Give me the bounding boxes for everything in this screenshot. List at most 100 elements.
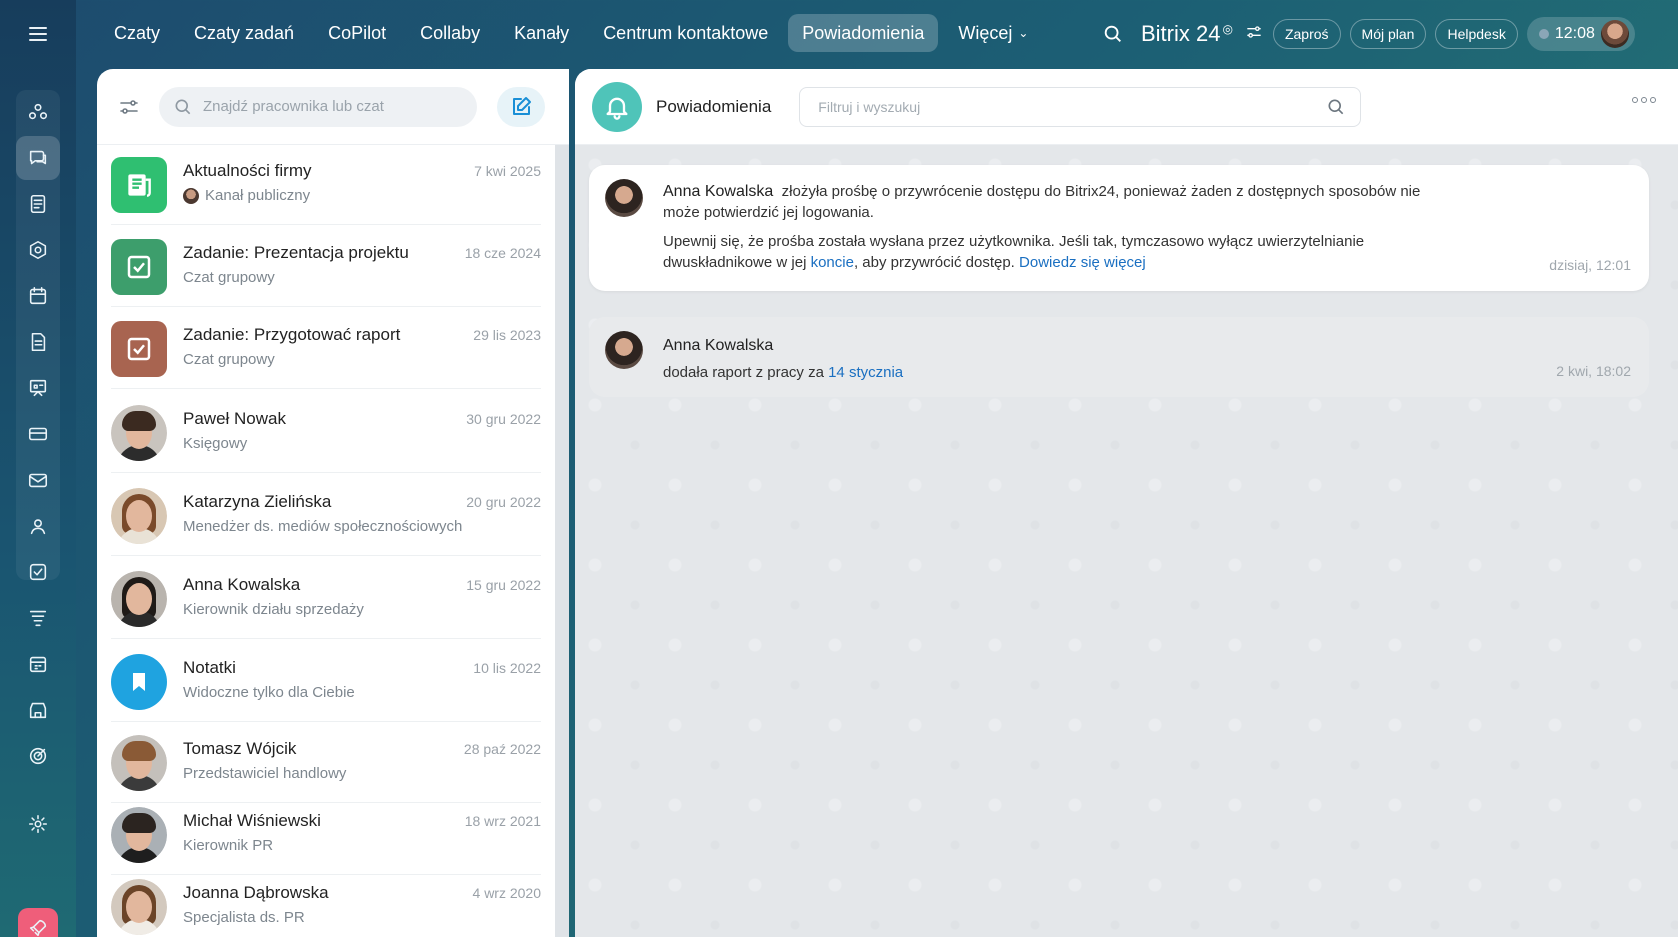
menu-icon[interactable]: [22, 22, 54, 46]
avatar: [111, 488, 167, 544]
chat-date: 20 gru 2022: [466, 494, 541, 510]
nav-powiadomienia[interactable]: Powiadomienia: [788, 14, 939, 52]
nav-czaty[interactable]: Czaty: [100, 14, 174, 52]
brand-logo[interactable]: Bitrix 24 ◎: [1141, 21, 1233, 47]
funnel-icon[interactable]: [16, 596, 60, 640]
brand-status-icon: ◎: [1222, 21, 1233, 36]
store-icon[interactable]: [16, 688, 60, 732]
chat-date: 29 lis 2023: [473, 327, 541, 343]
chat-subtitle: Widoczne tylko dla Ciebie: [183, 684, 355, 701]
target-icon[interactable]: [16, 734, 60, 778]
chat-date: 18 wrz 2021: [464, 813, 541, 829]
chat-list-header: Znajdź pracownika lub czat: [97, 69, 569, 145]
chat-list-item[interactable]: Anna Kowalska Kierownik działu sprzedaży…: [111, 559, 541, 639]
feed-icon[interactable]: [16, 182, 60, 226]
schedule-icon[interactable]: [16, 642, 60, 686]
timeman-widget[interactable]: 12:08: [1526, 17, 1635, 51]
more-options-icon[interactable]: [1632, 97, 1656, 103]
chat-list-item[interactable]: Notatki Widoczne tylko dla Ciebie 10 lis…: [111, 642, 541, 722]
notification-line1: złożyła prośbę o przywrócenie dostępu do…: [663, 183, 1421, 221]
chat-subtitle-text: Kanał publiczny: [205, 187, 311, 204]
compose-icon: [513, 96, 531, 115]
chat-list-item[interactable]: Paweł Nowak Księgowy 30 gru 2022: [111, 393, 541, 473]
chat-subtitle: Kanał publiczny: [183, 187, 310, 204]
nav-wiecej[interactable]: Więcej ⌄: [944, 14, 1042, 52]
tasks-icon[interactable]: [16, 550, 60, 594]
notification-date: dzisiaj, 12:01: [1549, 257, 1631, 273]
top-navigation: Czaty Czaty zadań CoPilot Collaby Kanały…: [100, 14, 1042, 52]
filter-icon[interactable]: [111, 89, 147, 125]
nav-centrum-kontaktowe[interactable]: Centrum kontaktowe: [589, 14, 782, 52]
nav-copilot[interactable]: CoPilot: [314, 14, 400, 52]
notification-author[interactable]: Anna Kowalska: [663, 183, 773, 200]
rocket-icon[interactable]: [18, 908, 58, 937]
brand-name: Bitrix 24: [1141, 21, 1221, 46]
users-icon[interactable]: [16, 504, 60, 548]
chat-list-item[interactable]: Katarzyna Zielińska Menedżer ds. mediów …: [111, 476, 541, 556]
account-link[interactable]: koncie: [811, 254, 854, 271]
chat-date: 30 gru 2022: [466, 411, 541, 427]
chat-date: 4 wrz 2020: [472, 885, 541, 901]
notification-author[interactable]: Anna Kowalska: [663, 337, 773, 354]
notification-body: dodała raport z pracy za: [663, 364, 824, 381]
notifications-filter-placeholder: Filtruj i wyszukuj: [818, 98, 921, 115]
board-icon[interactable]: [16, 366, 60, 410]
notifications-header: Powiadomienia Filtruj i wyszukuj: [575, 69, 1678, 145]
chat-list-panel: Znajdź pracownika lub czat Aktualności f…: [97, 69, 569, 937]
task-chat-icon: [111, 239, 167, 295]
chat-list-item[interactable]: Joanna Dąbrowska Specjalista ds. PR 4 wr…: [111, 867, 541, 937]
card-icon[interactable]: [16, 412, 60, 456]
notification-card[interactable]: Anna Kowalska złożyła prośbę o przywróce…: [589, 165, 1649, 291]
chat-date: 7 kwi 2025: [474, 163, 541, 179]
helpdesk-button[interactable]: Helpdesk: [1435, 19, 1518, 49]
notifications-title: Powiadomienia: [656, 96, 772, 116]
plan-button[interactable]: Mój plan: [1349, 19, 1427, 49]
sites-icon[interactable]: [16, 228, 60, 272]
chat-subtitle: Kierownik działu sprzedaży: [183, 601, 364, 618]
avatar: [111, 405, 167, 461]
clock-time: 12:08: [1554, 25, 1595, 42]
nav-wiecej-label: Więcej: [958, 22, 1013, 43]
chevron-down-icon: ⌄: [1018, 26, 1029, 40]
avatar: [1600, 20, 1629, 48]
document-icon[interactable]: [16, 320, 60, 364]
left-rail: [0, 0, 76, 937]
header-settings-icon[interactable]: [1244, 22, 1264, 47]
avatar: [111, 571, 167, 627]
chat-name: Michał Wiśniewski: [183, 811, 321, 830]
report-date-link[interactable]: 14 stycznia: [828, 364, 903, 381]
chat-list-item[interactable]: Tomasz Wójcik Przedstawiciel handlowy 28…: [111, 723, 541, 803]
invite-button[interactable]: Zaproś: [1272, 19, 1341, 49]
nav-kanaly[interactable]: Kanały: [500, 14, 583, 52]
notifications-filter-input[interactable]: Filtruj i wyszukuj: [799, 86, 1362, 127]
chat-list-item[interactable]: Aktualności firmy Kanał publiczny 7 kwi …: [111, 145, 541, 225]
chat-subtitle: Czat grupowy: [183, 351, 275, 368]
learn-more-link[interactable]: Dowiedz się więcej: [1019, 254, 1146, 271]
nav-collaby[interactable]: Collaby: [406, 14, 494, 52]
search-icon[interactable]: [1100, 21, 1126, 47]
chat-name: Joanna Dąbrowska: [183, 883, 329, 902]
chat-name: Notatki: [183, 658, 236, 677]
collaboration-icon[interactable]: [16, 90, 60, 134]
mail-icon[interactable]: [16, 458, 60, 502]
calendar-icon[interactable]: [16, 274, 60, 318]
task-chat-icon: [111, 321, 167, 377]
chat-list-item[interactable]: Michał Wiśniewski Kierownik PR 18 wrz 20…: [111, 795, 541, 875]
new-chat-button[interactable]: [497, 86, 545, 127]
notification-card[interactable]: Anna Kowalska dodała raport z pracy za 1…: [589, 317, 1649, 397]
nav-czaty-zadan[interactable]: Czaty zadań: [180, 14, 308, 52]
chat-search-placeholder: Znajdź pracownika lub czat: [203, 98, 384, 115]
search-icon: [1328, 99, 1344, 114]
chat-search-input[interactable]: Znajdź pracownika lub czat: [159, 86, 477, 127]
avatar: [111, 807, 167, 863]
chat-list-scrollbar[interactable]: [555, 145, 569, 937]
chat-name: Zadanie: Prezentacja projektu: [183, 243, 409, 262]
chat-name: Tomasz Wójcik: [183, 739, 297, 758]
chat-subtitle: Księgowy: [183, 435, 248, 452]
bell-icon: [592, 81, 642, 132]
chat-list-item[interactable]: Zadanie: Przygotować raport Czat grupowy…: [111, 309, 541, 389]
settings-icon[interactable]: [16, 802, 60, 846]
notification-date: 2 kwi, 18:02: [1556, 363, 1631, 379]
chat-list-item[interactable]: Zadanie: Prezentacja projektu Czat grupo…: [111, 227, 541, 307]
chat-icon[interactable]: [16, 136, 60, 180]
